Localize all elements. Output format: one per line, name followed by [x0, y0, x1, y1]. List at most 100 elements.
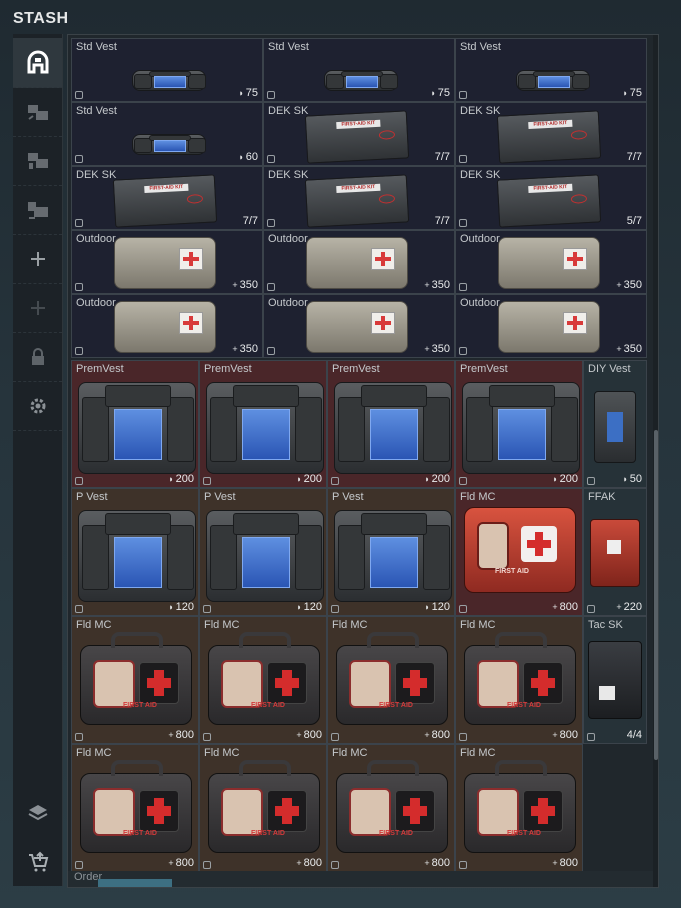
stash-item-cell[interactable]: Std Vest ◗ 75: [455, 38, 647, 102]
stash-item-cell[interactable]: FIRST-AID KIT DEK SK 7/7: [263, 102, 455, 166]
durability-icon: ◗: [430, 88, 436, 98]
settings-icon: [30, 398, 45, 413]
item-value-text: 800: [431, 857, 450, 869]
diy-vest-icon: [594, 391, 636, 463]
stash-item-cell[interactable]: PremVest ◗ 200: [71, 360, 199, 488]
medical-case-icon: FIRST AID: [464, 632, 576, 725]
scrollbar[interactable]: [653, 35, 658, 887]
item-name: DEK SK: [460, 169, 501, 181]
item-value: 7/7: [435, 151, 450, 163]
stash-item-cell[interactable]: Outdoor +350: [455, 230, 647, 294]
gear-tab-2[interactable]: [13, 136, 62, 186]
found-in-raid-icon: [75, 91, 83, 99]
stash-item-cell[interactable]: Outdoor +350: [71, 294, 263, 358]
hp-icon: +: [616, 280, 622, 290]
found-in-raid-icon: [331, 861, 339, 869]
case-label: FIRST AID: [123, 702, 157, 709]
gear-tab-1[interactable]: [13, 87, 62, 137]
item-value-text: 350: [239, 343, 258, 355]
item-value: ◗ 200: [552, 473, 578, 485]
stash-item-cell[interactable]: FIRST AID Fld MC +800: [327, 616, 455, 744]
item-value: +800: [424, 857, 450, 869]
item-value-text: 7/7: [626, 151, 642, 163]
stash-item-cell[interactable]: FIRST-AID KIT DEK SK 7/7: [263, 166, 455, 230]
stash-item-cell[interactable]: FIRST AID Fld MC +800: [455, 616, 583, 744]
item-value: 4/4: [627, 729, 642, 741]
stash-item-cell[interactable]: FIRST AID Fld MC +800: [327, 744, 455, 872]
stash-item-cell[interactable]: FIRST-AID KIT DEK SK 5/7: [455, 166, 647, 230]
stash-item-cell[interactable]: Std Vest ◗ 75: [71, 38, 263, 102]
stash-item-cell[interactable]: PremVest ◗ 200: [199, 360, 327, 488]
found-in-raid-icon: [459, 219, 467, 227]
durability-icon: ◗: [424, 602, 430, 612]
durability-icon: ◗: [168, 602, 174, 612]
stash-item-cell[interactable]: Std Vest ◗ 75: [263, 38, 455, 102]
durability-icon: ◗: [622, 88, 628, 98]
durability-icon: ◗: [238, 152, 244, 162]
stash-item-cell[interactable]: Std Vest ◗ 60: [71, 102, 263, 166]
item-value-text: 350: [431, 279, 450, 291]
settings-button[interactable]: [13, 381, 62, 431]
found-in-raid-icon: [459, 605, 467, 613]
case-label: FIRST AID: [251, 830, 285, 837]
medical-case-icon: FIRST AID: [80, 632, 192, 725]
stash-tab[interactable]: [13, 38, 62, 88]
found-in-raid-icon: [459, 477, 467, 485]
lock-button[interactable]: [13, 332, 62, 382]
stash-item-cell[interactable]: P Vest ◗ 120: [327, 488, 455, 616]
item-value: +800: [168, 729, 194, 741]
stash-item-cell[interactable]: FIRST AID Fld MC +800: [199, 744, 327, 872]
stash-item-cell[interactable]: Outdoor +350: [263, 230, 455, 294]
layers-button[interactable]: [13, 788, 62, 837]
stash-item-cell[interactable]: FFAK +220: [583, 488, 647, 616]
stash-item-cell[interactable]: Outdoor +350: [71, 230, 263, 294]
stash-item-cell[interactable]: FIRST AID Fld MC +800: [455, 488, 583, 616]
durability-icon: ◗: [296, 474, 302, 484]
item-name: PremVest: [204, 363, 252, 375]
stash-item-cell[interactable]: PremVest ◗ 200: [327, 360, 455, 488]
found-in-raid-icon: [587, 477, 595, 485]
stash-item-cell[interactable]: P Vest ◗ 120: [71, 488, 199, 616]
survival-kit-icon: FIRST-AID KIT: [496, 110, 602, 164]
cart-upgrade-button[interactable]: [13, 837, 62, 886]
stash-item-cell[interactable]: Outdoor +350: [455, 294, 647, 358]
case-label: FIRST AID: [251, 702, 285, 709]
item-name: Fld MC: [76, 747, 112, 759]
stash-item-cell[interactable]: Outdoor +350: [263, 294, 455, 358]
found-in-raid-icon: [459, 347, 467, 355]
found-in-raid-icon: [203, 605, 211, 613]
outdoor-kit-icon: [114, 301, 216, 353]
medical-case-icon: FIRST AID: [336, 760, 448, 853]
item-value: +800: [296, 857, 322, 869]
item-name: FFAK: [588, 491, 616, 503]
stash-item-cell[interactable]: Tac SK 4/4: [583, 616, 647, 744]
item-value-text: 75: [437, 87, 450, 99]
vest-icon: [323, 69, 399, 91]
scrollbar-thumb[interactable]: [654, 430, 658, 760]
stash-item-cell[interactable]: FIRST AID Fld MC +800: [71, 744, 199, 872]
outdoor-kit-icon: [114, 237, 216, 289]
kit-label: FIRST-AID KIT: [528, 183, 573, 194]
item-value-text: 800: [175, 729, 194, 741]
found-in-raid-icon: [75, 283, 83, 291]
found-in-raid-icon: [267, 347, 275, 355]
stash-item-cell[interactable]: FIRST AID Fld MC +800: [455, 744, 583, 872]
item-value-text: 220: [623, 601, 642, 613]
stash-item-cell[interactable]: FIRST AID Fld MC +800: [199, 616, 327, 744]
add-tab-button[interactable]: [13, 234, 62, 284]
stash-item-cell[interactable]: FIRST-AID KIT DEK SK 7/7: [455, 102, 647, 166]
vest-icon: [462, 382, 580, 475]
stash-footer-row: Order: [68, 871, 658, 887]
stash-item-cell[interactable]: FIRST AID Fld MC +800: [71, 616, 199, 744]
gear-tab-3[interactable]: [13, 185, 62, 235]
item-name: Std Vest: [460, 41, 501, 53]
item-value: ◗ 60: [238, 151, 258, 163]
item-name: DEK SK: [460, 105, 501, 117]
durability-icon: ◗: [238, 88, 244, 98]
item-name: Outdoor: [460, 297, 500, 309]
stash-item-cell[interactable]: PremVest ◗ 200: [455, 360, 583, 488]
stash-item-cell[interactable]: FIRST-AID KIT DEK SK 7/7: [71, 166, 263, 230]
stash-item-cell[interactable]: P Vest ◗ 120: [199, 488, 327, 616]
stash-item-cell[interactable]: DIY Vest ◗ 50: [583, 360, 647, 488]
item-value: +800: [552, 601, 578, 613]
